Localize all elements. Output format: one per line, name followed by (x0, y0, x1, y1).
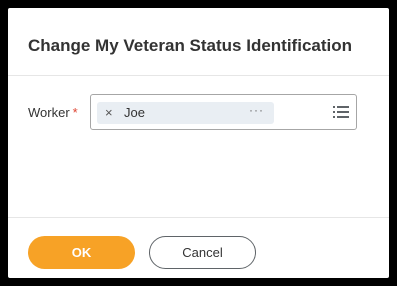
worker-field-label: Worker * (28, 105, 78, 120)
dialog-title: Change My Veteran Status Identification (28, 36, 353, 55)
selected-worker-name: Joe (124, 105, 145, 120)
remove-selection-icon[interactable]: × (105, 105, 113, 121)
worker-prompt-input[interactable]: × Joe ··· (90, 94, 357, 130)
dialog: Change My Veteran Status Identification … (8, 8, 389, 278)
required-indicator: * (72, 105, 78, 120)
prompt-list-icon[interactable] (333, 105, 349, 119)
ok-button[interactable]: OK (28, 236, 135, 269)
more-options-icon[interactable]: ··· (249, 102, 264, 118)
cancel-button[interactable]: Cancel (149, 236, 256, 269)
selected-worker-pill[interactable]: × Joe ··· (97, 102, 274, 124)
header-divider (8, 75, 389, 76)
footer-divider (8, 217, 389, 218)
worker-label-text: Worker (28, 105, 70, 120)
